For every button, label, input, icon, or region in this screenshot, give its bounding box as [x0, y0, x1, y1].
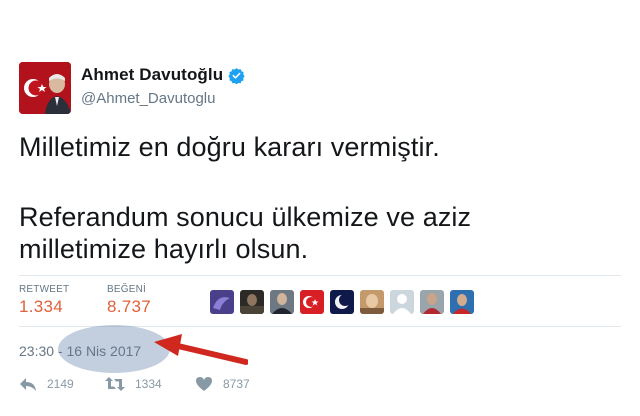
retweet-stat[interactable]: RETWEET 1.334 — [19, 284, 69, 317]
avatar-image — [19, 62, 71, 114]
liker-avatar[interactable] — [390, 290, 414, 314]
reply-count: 2149 — [47, 377, 74, 391]
tweet-header: Ahmet Davutoğlu @Ahmet_Davutoglu — [19, 62, 245, 114]
name-block: Ahmet Davutoğlu @Ahmet_Davutoglu — [81, 65, 245, 107]
heart-icon — [196, 377, 212, 391]
retweet-stat-label: RETWEET — [19, 284, 70, 295]
retweet-action[interactable]: 1334 — [105, 376, 162, 392]
liker-avatar[interactable] — [330, 290, 354, 314]
liker-avatar[interactable] — [270, 290, 294, 314]
like-action[interactable]: 8737 — [195, 376, 250, 392]
liker-avatar[interactable] — [240, 290, 264, 314]
handle[interactable]: @Ahmet_Davutoglu — [81, 90, 245, 107]
retweet-count: 1334 — [135, 377, 162, 391]
like-stat-label: BEĞENİ — [107, 284, 146, 295]
reply-icon — [20, 378, 36, 391]
display-name[interactable]: Ahmet Davutoğlu — [81, 65, 223, 85]
tweet-timestamp[interactable]: 23:30 - 16 Nis 2017 — [19, 343, 141, 359]
liker-avatar[interactable] — [300, 290, 324, 314]
reply-action[interactable]: 2149 — [19, 376, 74, 392]
liker-avatar[interactable] — [360, 290, 384, 314]
tweet-actions: 2149 1334 8737 — [19, 376, 279, 396]
liker-avatar[interactable] — [210, 290, 234, 314]
tweet-text-line: Milletimiz en doğru kararı vermiştir. — [19, 132, 440, 162]
divider — [19, 275, 621, 276]
tweet-text-line: Referandum sonucu ülkemize ve aziz — [19, 202, 472, 232]
red-arrow-icon — [154, 334, 248, 365]
retweet-stat-value: 1.334 — [19, 297, 64, 316]
like-stat-value: 8.737 — [107, 297, 152, 316]
tweet-text-line: milletimize hayırlı olsun. — [19, 234, 309, 264]
liker-avatar[interactable] — [450, 290, 474, 314]
avatar[interactable] — [19, 62, 71, 114]
tweet-text: Milletimiz en doğru kararı vermiştir. Re… — [19, 131, 471, 265]
like-count: 8737 — [223, 377, 250, 391]
retweet-icon — [105, 377, 125, 391]
verified-badge-icon — [228, 67, 245, 84]
liker-avatar[interactable] — [420, 290, 444, 314]
liker-avatars — [210, 290, 480, 314]
like-stat[interactable]: BEĞENİ 8.737 — [107, 284, 151, 317]
